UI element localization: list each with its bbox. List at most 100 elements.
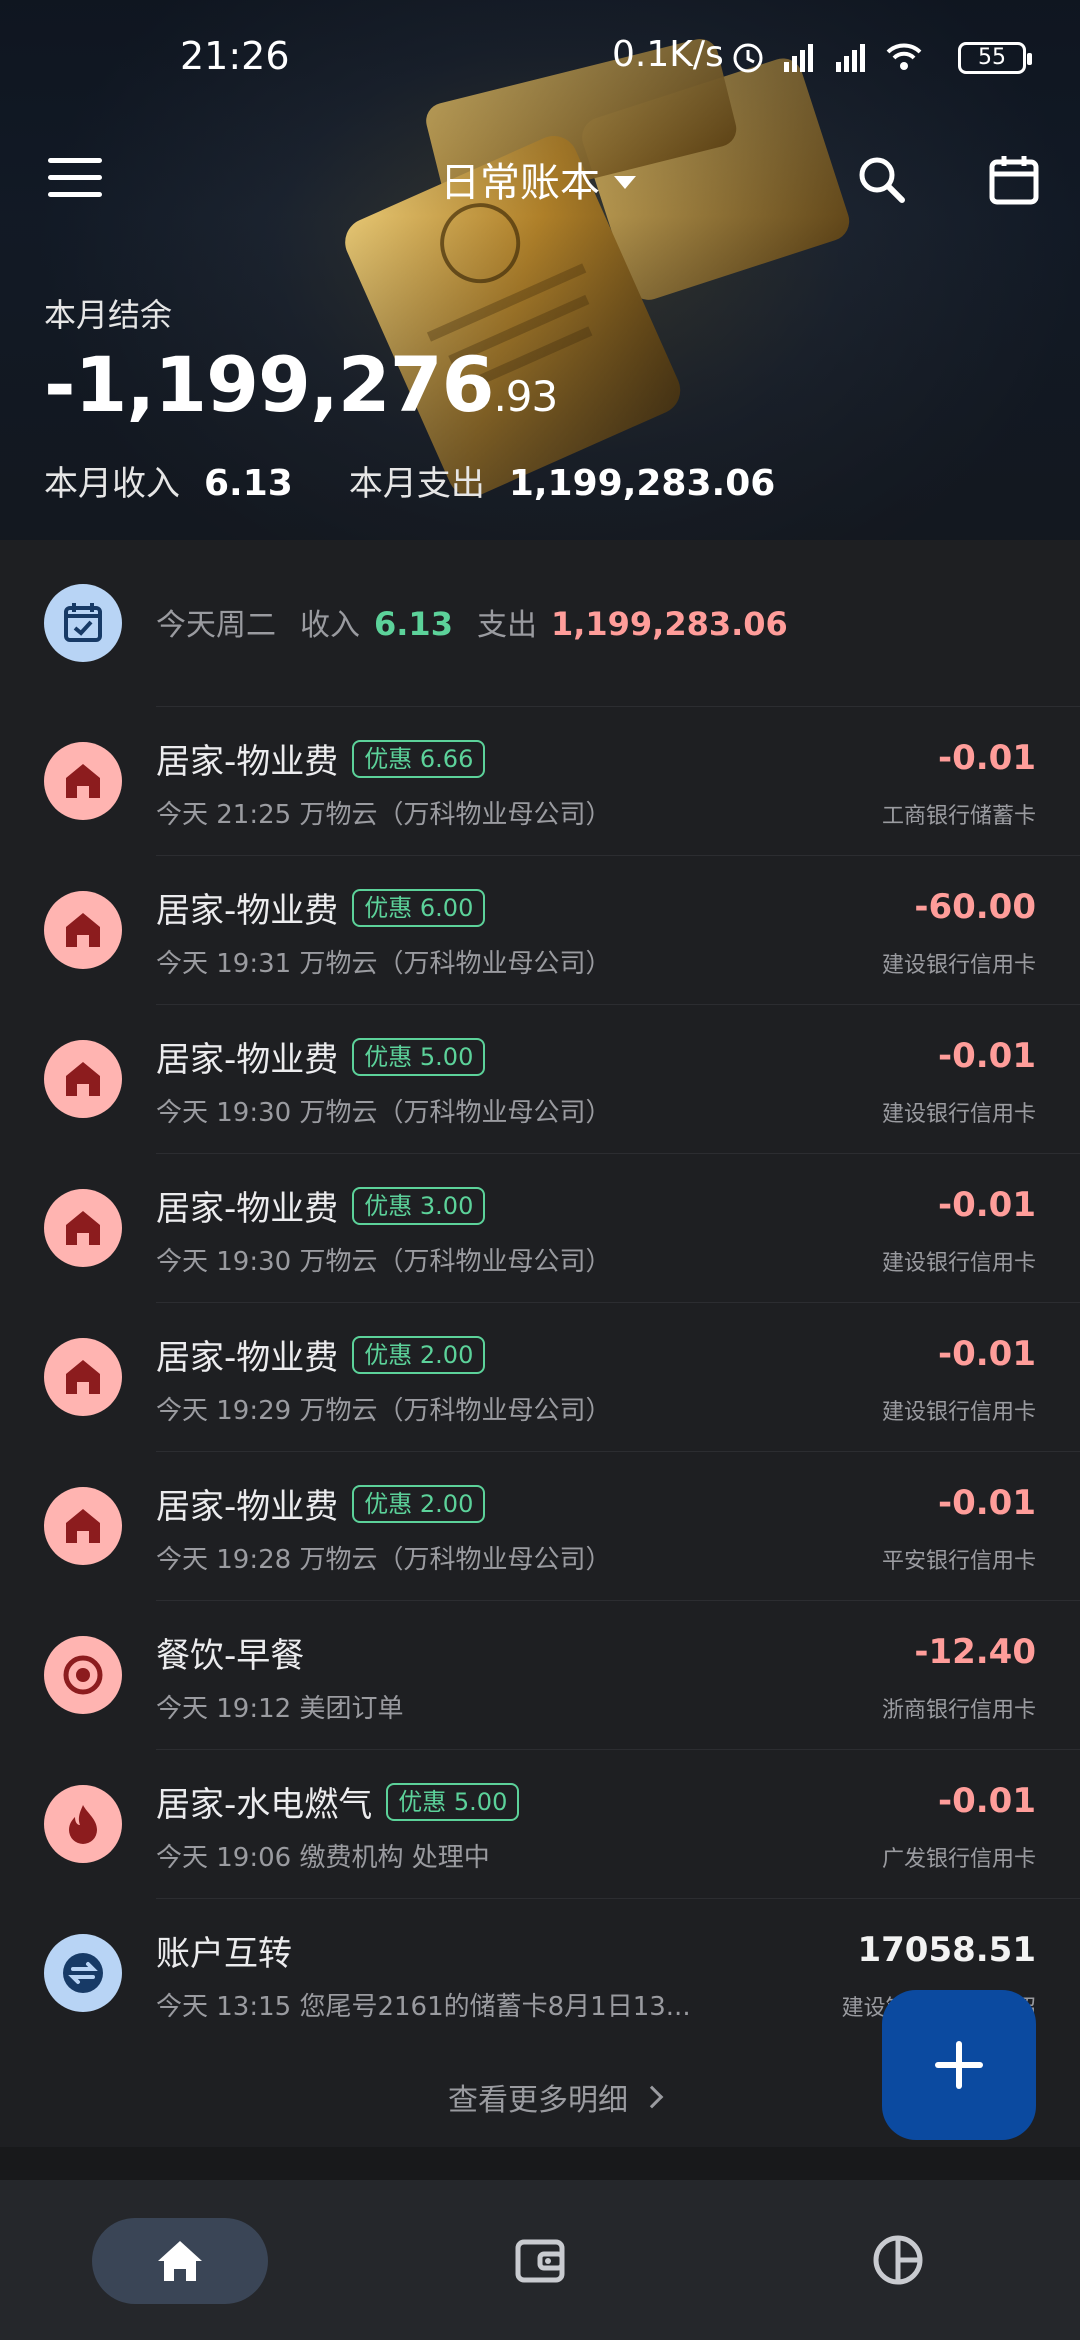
category-icon — [44, 1040, 122, 1118]
transaction-detail: 今天 19:30 万物云（万科物业母公司） — [156, 1098, 612, 1128]
discount-badge: 优惠 5.00 — [352, 1037, 486, 1076]
transaction-detail: 今天 19:30 万物云（万科物业母公司） — [156, 1247, 612, 1277]
transaction-title: 居家-水电燃气 优惠 5.00 — [156, 1777, 520, 1826]
caret-down-icon — [614, 175, 636, 189]
discount-badge: 优惠 6.00 — [352, 888, 486, 927]
transaction-account: 建设银行信用卡 — [881, 1400, 1036, 1425]
pie-chart-icon — [873, 2235, 923, 2285]
transaction-detail: 今天 19:12 美团订单 — [156, 1694, 404, 1724]
search-icon[interactable] — [852, 150, 912, 210]
transaction-amount: -0.01 — [938, 738, 1036, 778]
nav-home-tab[interactable] — [92, 2218, 268, 2304]
view-more-link[interactable]: 查看更多明细 — [448, 2075, 664, 2119]
house-icon — [66, 1509, 100, 1543]
transaction-account: 平安银行信用卡 — [881, 1549, 1036, 1574]
transaction-amount: -60.00 — [914, 887, 1036, 927]
transaction-account: 工商银行储蓄卡 — [881, 804, 1036, 829]
transaction-amount: 17058.51 — [857, 1930, 1036, 1970]
transaction-amount: -12.40 — [914, 1632, 1036, 1672]
add-record-button[interactable] — [882, 1990, 1036, 2140]
signal-2-icon — [836, 44, 865, 72]
calendar-icon[interactable] — [984, 150, 1044, 210]
transaction-row[interactable]: 居家-物业费 优惠 2.00 今天 19:29 万物云（万科物业母公司） -0.0… — [0, 1302, 1080, 1451]
transaction-category: 餐饮-早餐 — [156, 1636, 305, 1676]
today-day: 今天周二 — [156, 608, 276, 643]
month-expense-value: 1,199,283.06 — [508, 463, 776, 504]
transaction-row[interactable]: 居家-水电燃气 优惠 5.00 今天 19:06 缴费机构 处理中 -0.01 广… — [0, 1749, 1080, 1898]
house-icon — [66, 1360, 100, 1394]
transaction-row[interactable]: 居家-物业费 优惠 2.00 今天 19:28 万物云（万科物业母公司） -0.0… — [0, 1451, 1080, 1600]
transaction-detail: 今天 13:15 您尾号2161的储蓄卡8月1日13... — [156, 1992, 691, 2022]
category-icon — [44, 1785, 122, 1863]
transaction-title: 居家-物业费 优惠 5.00 — [156, 1032, 486, 1081]
month-income-value: 6.13 — [204, 463, 293, 504]
transaction-list: 居家-物业费 优惠 6.66 今天 21:25 万物云（万科物业母公司） -0.0… — [0, 706, 1080, 2047]
transaction-account: 建设银行信用卡 — [881, 1251, 1036, 1276]
today-summary[interactable]: 今天周二 收入 6.13 支出 1,199,283.06 — [0, 540, 1080, 706]
balance-amount: -1,199,276.93 — [44, 340, 558, 429]
today-text: 今天周二 收入 6.13 支出 1,199,283.06 — [156, 600, 788, 644]
battery-indicator: 55 — [958, 42, 1032, 74]
discount-badge: 优惠 6.66 — [352, 739, 486, 778]
transaction-row[interactable]: 餐饮-早餐 今天 19:12 美团订单 -12.40 浙商银行信用卡 — [0, 1600, 1080, 1749]
house-icon — [66, 1062, 100, 1096]
top-app-bar: 日常账本 — [0, 140, 1080, 220]
wifi-icon — [886, 43, 922, 70]
transaction-category: 居家-物业费 — [156, 891, 339, 931]
transaction-row[interactable]: 居家-物业费 优惠 6.00 今天 19:31 万物云（万科物业母公司） -60.… — [0, 855, 1080, 1004]
discount-badge: 优惠 3.00 — [352, 1186, 486, 1225]
balance-integer: -1,199,276 — [44, 340, 494, 429]
transaction-amount: -0.01 — [938, 1036, 1036, 1076]
signal-icon — [784, 44, 813, 72]
category-icon — [44, 1934, 122, 2012]
status-icons — [728, 36, 924, 76]
transaction-detail: 今天 19:29 万物云（万科物业母公司） — [156, 1396, 612, 1426]
category-icon — [44, 891, 122, 969]
transaction-category: 居家-物业费 — [156, 1189, 339, 1229]
balance-label: 本月结余 — [44, 296, 173, 334]
transaction-detail: 今天 21:25 万物云（万科物业母公司） — [156, 800, 612, 830]
today-calendar-badge — [44, 584, 122, 662]
category-icon — [44, 742, 122, 820]
transaction-row[interactable]: 居家-物业费 优惠 3.00 今天 19:30 万物云（万科物业母公司） -0.0… — [0, 1153, 1080, 1302]
discount-badge: 优惠 5.00 — [386, 1782, 520, 1821]
chevron-right-icon — [640, 2085, 664, 2109]
month-expense-label: 本月支出 — [348, 464, 485, 504]
transaction-account: 建设银行信用卡 — [881, 953, 1036, 978]
transfer-icon — [63, 1953, 103, 1993]
nav-stats-tab[interactable] — [868, 2230, 928, 2290]
transaction-account: 浙商银行信用卡 — [881, 1698, 1036, 1723]
discount-badge: 优惠 2.00 — [352, 1335, 486, 1374]
transaction-category: 居家-物业费 — [156, 1487, 339, 1527]
transaction-account: 建设银行信用卡 — [881, 1102, 1036, 1127]
transaction-title: 账户互转 — [156, 1926, 292, 1975]
transaction-account: 广发银行信用卡 — [881, 1847, 1036, 1872]
transaction-row[interactable]: 居家-物业费 优惠 5.00 今天 19:30 万物云（万科物业母公司） -0.0… — [0, 1004, 1080, 1153]
network-speed: 0.1K/s — [612, 34, 724, 75]
transaction-category: 居家-物业费 — [156, 1040, 339, 1080]
today-expense-value: 1,199,283.06 — [550, 605, 788, 643]
house-icon — [66, 913, 100, 947]
transaction-title: 居家-物业费 优惠 6.00 — [156, 883, 486, 932]
menu-icon-line — [48, 175, 102, 180]
transaction-amount: -0.01 — [938, 1334, 1036, 1374]
plus-icon-vertical — [956, 2041, 962, 2089]
transaction-row[interactable]: 居家-物业费 优惠 6.66 今天 21:25 万物云（万科物业母公司） -0.0… — [0, 706, 1080, 855]
category-icon — [44, 1487, 122, 1565]
transaction-amount: -0.01 — [938, 1185, 1036, 1225]
view-more-label: 查看更多明细 — [448, 2083, 628, 2118]
transaction-title: 居家-物业费 优惠 6.66 — [156, 734, 486, 783]
calendar-check-icon — [64, 603, 102, 642]
book-selector[interactable]: 日常账本 — [440, 150, 636, 208]
alarm-icon — [733, 43, 763, 73]
house-icon — [66, 764, 100, 798]
balance-decimal: .93 — [493, 372, 558, 421]
home-icon — [158, 2241, 202, 2281]
nav-wallet-tab[interactable] — [510, 2230, 570, 2290]
transaction-detail: 今天 19:28 万物云（万科物业母公司） — [156, 1545, 612, 1575]
transaction-detail: 今天 19:06 缴费机构 处理中 — [156, 1843, 490, 1873]
menu-button[interactable] — [48, 158, 102, 202]
category-icon — [44, 1636, 122, 1714]
house-icon — [66, 1211, 100, 1245]
today-expense-label: 支出 — [476, 608, 537, 643]
